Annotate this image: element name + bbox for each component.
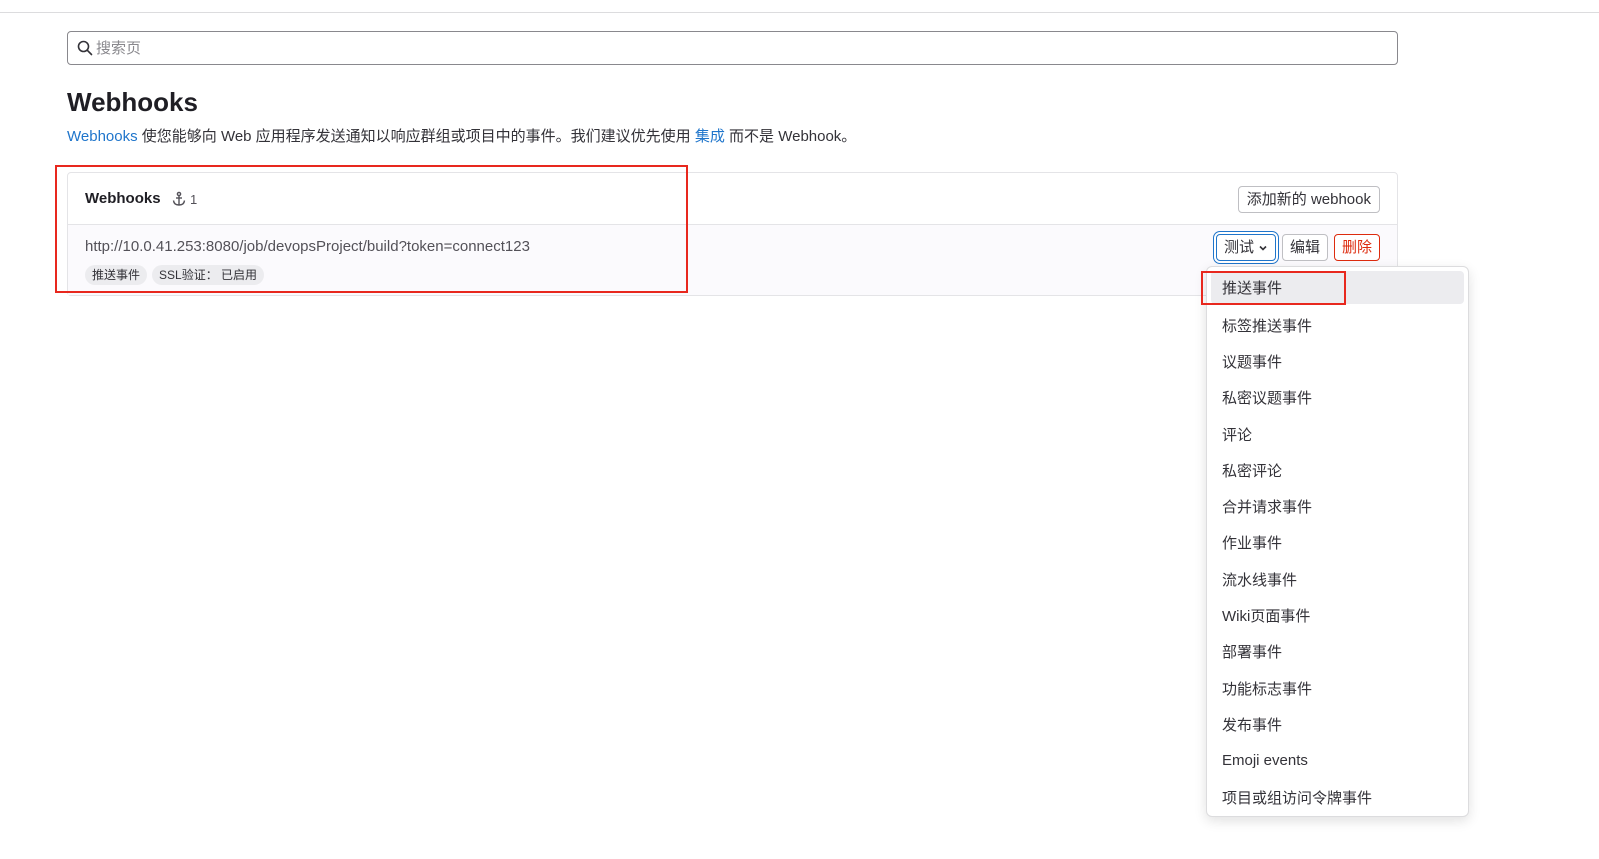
search-input[interactable] [96, 33, 1386, 63]
webhook-badges: 推送事件 SSL验证： 已启用 [85, 265, 265, 285]
test-event-dropdown: 推送事件 标签推送事件 议题事件 私密议题事件 评论 私密评论 合并请求事件 作… [1206, 266, 1469, 817]
dropdown-item-pipeline-events[interactable]: 流水线事件 [1211, 561, 1464, 597]
dropdown-item-comments[interactable]: 评论 [1211, 416, 1464, 452]
webhook-url: http://10.0.41.253:8080/job/devopsProjec… [85, 238, 530, 255]
dropdown-item-access-token-events[interactable]: 项目或组访问令牌事件 [1211, 779, 1464, 815]
add-webhook-button[interactable]: 添加新的 webhook [1237, 186, 1380, 213]
dropdown-item-job-events[interactable]: 作业事件 [1211, 525, 1464, 561]
dropdown-item-merge-request-events[interactable]: 合并请求事件 [1211, 488, 1464, 524]
description-text-2: 而不是 Webhook。 [724, 128, 857, 145]
webhook-actions: 测试 编辑 删除 [1215, 234, 1380, 261]
webhook-count: 1 [171, 191, 197, 207]
description-text-1: 使您能够向 Web 应用程序发送通知以响应群组或项目中的事件。我们建议优先使用 [137, 128, 695, 145]
dropdown-item-feature-flag-events[interactable]: 功能标志事件 [1211, 670, 1464, 706]
search-icon [77, 40, 93, 56]
dropdown-item-wiki-page-events[interactable]: Wiki页面事件 [1211, 597, 1464, 633]
card-title: Webhooks [85, 190, 161, 207]
dropdown-item-emoji-events[interactable]: Emoji events [1211, 743, 1464, 779]
search-box[interactable] [67, 31, 1398, 65]
dropdown-item-release-events[interactable]: 发布事件 [1211, 706, 1464, 742]
webhook-row: http://10.0.41.253:8080/job/devopsProjec… [68, 225, 1397, 295]
badge-push-events: 推送事件 [85, 265, 148, 285]
badge-ssl-verification: SSL验证： 已启用 [152, 265, 265, 285]
dropdown-item-issue-events[interactable]: 议题事件 [1211, 343, 1464, 379]
webhook-count-value: 1 [190, 191, 198, 207]
delete-button[interactable]: 删除 [1333, 234, 1380, 261]
dropdown-item-confidential-comments[interactable]: 私密评论 [1211, 452, 1464, 488]
test-button-label: 测试 [1223, 239, 1254, 256]
integrations-link[interactable]: 集成 [695, 128, 725, 145]
chevron-down-icon [1259, 245, 1267, 251]
dropdown-item-confidential-issue-events[interactable]: 私密议题事件 [1211, 380, 1464, 416]
webhooks-card: Webhooks 1 添加新的 webhook http://10.0.41.2… [67, 172, 1398, 296]
dropdown-item-tag-push-events[interactable]: 标签推送事件 [1211, 307, 1464, 343]
card-header: Webhooks 1 添加新的 webhook [68, 173, 1397, 225]
webhooks-doc-link[interactable]: Webhooks [67, 128, 138, 145]
top-divider [0, 12, 1599, 13]
page-title: Webhooks [67, 87, 198, 117]
anchor-icon [172, 191, 186, 206]
edit-button[interactable]: 编辑 [1281, 234, 1328, 261]
dropdown-item-deployment-events[interactable]: 部署事件 [1211, 634, 1464, 670]
dropdown-item-push-events[interactable]: 推送事件 [1211, 271, 1464, 304]
page-description: Webhooks 使您能够向 Web 应用程序发送通知以响应群组或项目中的事件。… [67, 125, 856, 146]
test-dropdown-button[interactable]: 测试 [1215, 234, 1276, 261]
